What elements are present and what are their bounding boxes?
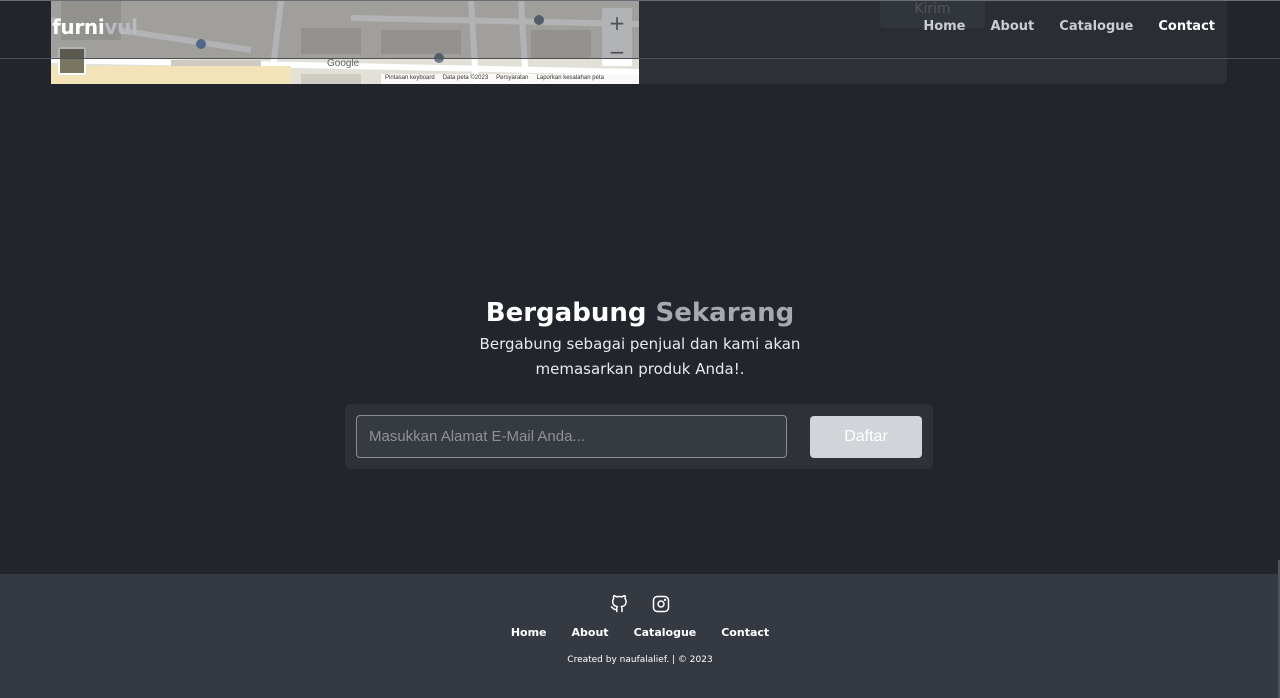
nav-contact[interactable]: Contact: [1158, 19, 1215, 34]
footer-credit: Created by naufalalief. | © 2023: [567, 655, 713, 665]
subscribe-form: Daftar: [345, 404, 933, 469]
brand-logo[interactable]: furnivul: [52, 15, 138, 39]
join-section: Bergabung Sekarang Bergabung sebagai pen…: [0, 298, 1280, 382]
footer-nav-about[interactable]: About: [572, 626, 609, 639]
google-logo: Google: [327, 58, 360, 69]
map-footer-data: Data peta ©2023: [442, 75, 489, 81]
footer-nav-catalogue[interactable]: Catalogue: [634, 626, 697, 639]
nav-catalogue[interactable]: Catalogue: [1059, 19, 1133, 34]
map-footer-keyboard[interactable]: Pintasan keyboard: [385, 75, 435, 83]
nav-about[interactable]: About: [991, 19, 1035, 34]
navbar: furnivul Home About Catalogue Contact: [0, 0, 1280, 59]
brand-part1: furni: [52, 15, 105, 39]
daftar-button[interactable]: Daftar: [810, 416, 922, 458]
footer-nav-contact[interactable]: Contact: [721, 626, 769, 639]
email-input[interactable]: [356, 415, 787, 458]
nav-home[interactable]: Home: [923, 19, 965, 34]
join-subtitle: Bergabung sebagai penjual dan kami akan …: [479, 335, 801, 378]
map-footer-terms[interactable]: Persyaratan: [496, 75, 528, 83]
footer-nav-home[interactable]: Home: [511, 626, 547, 639]
github-icon[interactable]: [610, 594, 628, 613]
brand-part2: vul: [104, 15, 138, 39]
map-attribution: Pintasan keyboard Data peta ©2023 Persya…: [381, 74, 639, 84]
map-footer-report[interactable]: Laporkan kesalahan peta: [537, 75, 604, 83]
footer-nav: Home About Catalogue Contact: [0, 626, 1280, 639]
main-nav: Home About Catalogue Contact: [923, 19, 1215, 34]
join-title: Bergabung Sekarang: [485, 298, 795, 328]
footer: Home About Catalogue Contact Created by …: [0, 574, 1280, 698]
instagram-icon[interactable]: [652, 595, 670, 613]
social-links: [0, 594, 1280, 613]
